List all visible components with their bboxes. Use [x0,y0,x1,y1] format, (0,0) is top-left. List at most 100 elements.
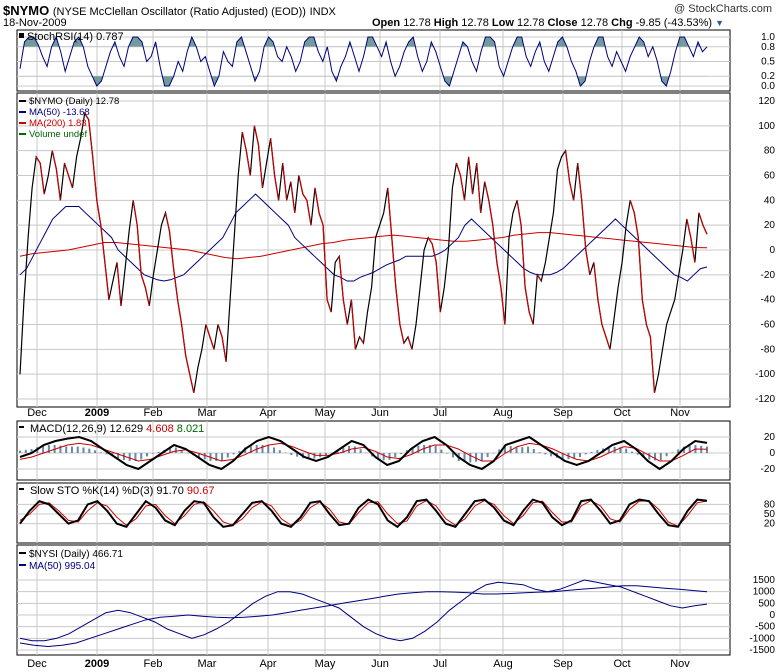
histogram-bar [157,451,160,453]
histogram-bar [706,446,708,453]
histogram-bar [226,453,229,458]
histogram-bar [532,449,535,453]
y-tick-label: 0 [769,448,775,459]
y-tick-label: -20 [761,464,776,475]
histogram-bar [365,452,368,454]
chart-svg: 1.00.80.50.20.0StochRSI(14) 0.7871201008… [16,29,776,670]
y-tick-label: -100 [755,369,775,380]
histogram-bar [440,449,443,453]
histogram-bar [492,453,495,454]
histogram-bar [88,448,91,453]
legend-swatch [19,552,26,554]
histogram-bar [174,447,177,453]
histogram-bar [221,453,224,461]
histogram-bar [105,453,108,455]
legend-label: Slow STO %K(14) %D(3) 91.70 90.67 [30,485,214,497]
legend-label: $NYMO (Daily) 12.78 [29,96,119,107]
histogram-bar [625,448,628,453]
histogram-bar [486,453,489,458]
histogram-bar [480,453,483,462]
y-tick-label: -1000 [749,633,775,644]
histogram-bar [544,453,547,455]
y-tick-label: 40 [764,195,776,206]
legend-label: MACD(12,26,9) 12.629 4.608 8.021 [30,423,204,435]
legend-label: Volume undef [29,129,87,140]
x-tick-label: Sep [553,407,573,419]
y-tick-label: 1000 [753,587,776,598]
x-tick-label: May [315,407,336,419]
x-tick-label: 2009 [85,407,109,419]
histogram-bar [99,452,102,453]
x-tick-label: Nov [670,658,690,670]
histogram-bar [550,453,553,457]
legend-label: MA(50) -13.68 [29,107,90,118]
histogram-bar [94,450,97,453]
x-tick-label: Oct [613,407,630,419]
pane-nymo: 120 100 80 60 40 20 0 -20 -40 -60 -80 -100 -120 $NYMO… [16,92,776,408]
y-tick-label: 500 [758,598,775,609]
legend-swatch [19,100,26,102]
y-tick-label: -500 [755,622,775,633]
x-tick-label: Sep [553,658,573,670]
x-tick-label: May [315,658,336,670]
histogram-bar [82,447,85,453]
x-tick-label: Jul [433,407,447,419]
y-tick-label: -40 [761,295,776,306]
histogram-bar [590,451,593,453]
histogram-bar [203,453,206,460]
legend-swatch [19,488,24,490]
histogram-bar [128,453,131,461]
y-tick-label: -80 [761,344,776,355]
histogram-bar [24,449,27,453]
legend-swatch [19,426,24,428]
x-tick-label: Jul [433,658,447,670]
x-tick-label: Feb [144,658,163,670]
histogram-bar [434,445,437,453]
histogram-bar [665,453,668,457]
histogram-bar [636,453,639,455]
x-tick-label: Jun [371,658,389,670]
histogram-bar [353,446,356,453]
histogram-bar [584,453,587,455]
x-tick-label: Mar [198,658,217,670]
y-tick-label: 60 [764,171,776,182]
pane-macd: 20 0 -20 MACD(12,26,9) 12.629 4.608 8.021 [16,420,776,481]
x-tick-label: Mar [198,407,217,419]
y-tick-label: 20 [764,519,776,530]
y-tick-label: 20 [764,432,776,443]
y-tick-label: 0.0 [761,81,775,92]
x-tick-label: Dec [27,658,47,670]
y-tick-label: -1500 [749,645,775,656]
pane-slowsto: 805020Slow STO %K(14) %D(3) 91.70 90.67 [16,482,776,544]
y-tick-label: -20 [761,270,776,281]
x-tick-label: Aug [493,658,513,670]
histogram-bar [313,453,316,459]
y-tick-label: 1500 [753,575,776,586]
histogram-bar [400,453,403,455]
x-tick-label: Apr [259,407,276,419]
histogram-bar [140,453,143,460]
histogram-bar [394,453,397,458]
histogram-bar [388,453,391,460]
histogram-bar [146,453,149,457]
legend-label: MA(200) 1.83 [29,118,87,129]
histogram-bar [527,446,530,453]
histogram-bar [267,445,270,453]
x-tick-label: Dec [27,407,47,419]
histogram-bar [151,453,154,454]
x-tick-label: 2009 [85,658,109,670]
x-tick-label: Oct [613,658,630,670]
y-tick-label: -120 [755,394,775,405]
pane-nysi: 150010005000-500-1000-1500 $NYSI (Daily) … [16,544,776,656]
legend-swatch [19,122,26,124]
y-tick-label: 20 [764,220,776,231]
legend-label: StochRSI(14) 0.787 [27,31,124,43]
histogram-bar [671,452,674,454]
legend-swatch [19,133,26,135]
histogram-bar [630,451,633,453]
y-tick-label: -60 [761,320,776,331]
legend-swatch [19,564,26,566]
histogram-bar [578,453,581,458]
histogram-bar [382,453,385,461]
histogram-bar [278,450,281,453]
